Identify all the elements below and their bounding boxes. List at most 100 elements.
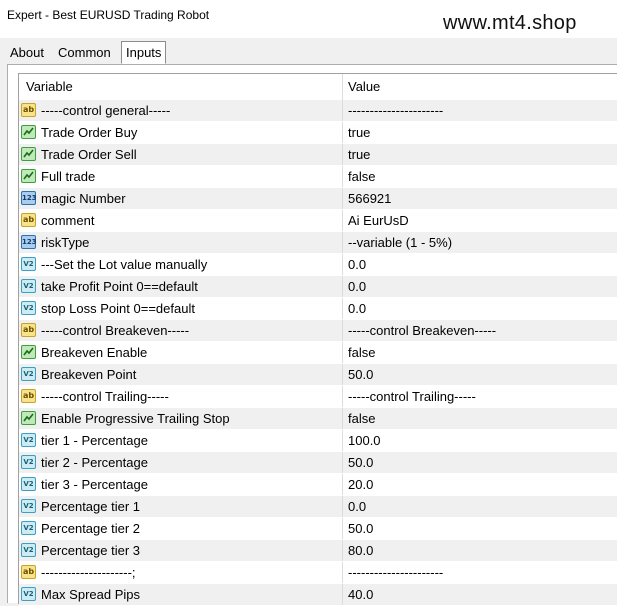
- watermark-text: www.mt4.shop: [443, 12, 577, 34]
- table-row[interactable]: V2 stop Loss Point 0==default 0.0: [19, 298, 617, 320]
- tab-common[interactable]: Common: [54, 42, 115, 63]
- variable-name: -----control Breakeven-----: [41, 323, 190, 338]
- table-row[interactable]: V2 Percentage tier 1 0.0: [19, 496, 617, 518]
- column-divider[interactable]: [342, 74, 343, 100]
- double-icon: V2: [21, 477, 36, 491]
- table-row[interactable]: 123 riskType --variable (1 - 5%): [19, 232, 617, 254]
- variable-name: ---Set the Lot value manually: [41, 257, 208, 272]
- boolean-icon: [21, 345, 36, 359]
- cell-divider: [342, 166, 343, 187]
- table-row[interactable]: V2 Percentage tier 2 50.0: [19, 518, 617, 540]
- cell-divider: [342, 474, 343, 495]
- boolean-icon: [21, 169, 36, 183]
- variable-name: Enable Progressive Trailing Stop: [41, 411, 230, 426]
- cell-divider: [342, 122, 343, 143]
- variable-value[interactable]: false: [348, 342, 616, 363]
- table-row[interactable]: ab -----control Breakeven----- -----contro…: [19, 320, 617, 342]
- integer-icon: 123: [21, 191, 37, 205]
- table-row[interactable]: Trade Order Sell true: [19, 144, 617, 166]
- variable-value[interactable]: 50.0: [348, 364, 616, 385]
- inputs-panel: Variable Value ab -----control general---…: [7, 64, 617, 606]
- tab-inputs[interactable]: Inputs: [121, 41, 167, 64]
- variable-value[interactable]: 50.0: [348, 452, 616, 473]
- variable-value[interactable]: 0.0: [348, 298, 616, 319]
- variable-name: Trade Order Buy: [41, 125, 138, 140]
- table-row[interactable]: V2 tier 1 - Percentage 100.0: [19, 430, 617, 452]
- variable-name: riskType: [41, 235, 90, 250]
- variable-name: Trade Order Sell: [41, 147, 137, 162]
- boolean-icon: [21, 125, 36, 139]
- variable-name: comment: [41, 213, 95, 228]
- cell-divider: [342, 254, 343, 275]
- tab-about[interactable]: About: [6, 42, 48, 63]
- column-header-variable[interactable]: Variable: [26, 74, 73, 100]
- variable-value[interactable]: 0.0: [348, 254, 616, 275]
- cell-divider: [342, 320, 343, 341]
- variable-value[interactable]: false: [348, 166, 616, 187]
- cell-divider: [342, 562, 343, 583]
- cell-divider: [342, 276, 343, 297]
- table-row[interactable]: 123 magic Number 566921: [19, 188, 617, 210]
- table-row[interactable]: ab -----control Trailing----- -----control…: [19, 386, 617, 408]
- table-row[interactable]: ab comment Ai EurUsD: [19, 210, 617, 232]
- variable-value[interactable]: -----control Trailing-----: [348, 386, 616, 407]
- variable-name: Full trade: [41, 169, 96, 184]
- table-row[interactable]: V2 take Profit Point 0==default 0.0: [19, 276, 617, 298]
- variable-name: -----control general-----: [41, 103, 171, 118]
- variable-name: magic Number: [41, 191, 126, 206]
- title-bar: Expert - Best EURUSD Trading Robot www.m…: [0, 0, 617, 38]
- table-row[interactable]: V2 Breakeven Point 50.0: [19, 364, 617, 386]
- cell-divider: [342, 518, 343, 539]
- double-icon: V2: [21, 367, 36, 381]
- double-icon: V2: [21, 433, 36, 447]
- cell-divider: [342, 210, 343, 231]
- variable-value[interactable]: 0.0: [348, 276, 616, 297]
- variable-name: Percentage tier 3: [41, 543, 141, 558]
- cell-divider: [342, 408, 343, 429]
- variable-value[interactable]: false: [348, 408, 616, 429]
- column-header-value[interactable]: Value: [348, 74, 380, 100]
- cell-divider: [342, 232, 343, 253]
- variable-name: Breakeven Enable: [41, 345, 148, 360]
- variable-value[interactable]: true: [348, 122, 616, 143]
- cell-divider: [342, 430, 343, 451]
- table-row[interactable]: Trade Order Buy true: [19, 122, 617, 144]
- variable-value[interactable]: true: [348, 144, 616, 165]
- variable-value[interactable]: 100.0: [348, 430, 616, 451]
- variable-name: ---------------------;: [41, 565, 136, 580]
- table-row[interactable]: V2 Max Spread Pips 40.0: [19, 584, 617, 606]
- boolean-icon: [21, 147, 36, 161]
- table-row[interactable]: V2 ---Set the Lot value manually 0.0: [19, 254, 617, 276]
- variable-name: tier 2 - Percentage: [41, 455, 148, 470]
- variable-value[interactable]: --variable (1 - 5%): [348, 232, 616, 253]
- variable-value[interactable]: Ai EurUsD: [348, 210, 616, 231]
- cell-divider: [342, 298, 343, 319]
- variable-value[interactable]: 50.0: [348, 518, 616, 539]
- table-row[interactable]: V2 tier 3 - Percentage 20.0: [19, 474, 617, 496]
- double-icon: V2: [21, 543, 36, 557]
- table-row[interactable]: ab -----control general----- -------------…: [19, 100, 617, 122]
- double-icon: V2: [21, 587, 36, 601]
- variable-value[interactable]: 20.0: [348, 474, 616, 495]
- table-row[interactable]: ab ---------------------; ----------------…: [19, 562, 617, 584]
- table-row[interactable]: V2 Percentage tier 3 80.0: [19, 540, 617, 562]
- variable-name: take Profit Point 0==default: [41, 279, 198, 294]
- table-row[interactable]: Full trade false: [19, 166, 617, 188]
- variable-name: -----control Trailing-----: [41, 389, 169, 404]
- window-title: Expert - Best EURUSD Trading Robot: [7, 8, 210, 22]
- table-row[interactable]: Breakeven Enable false: [19, 342, 617, 364]
- double-icon: V2: [21, 455, 36, 469]
- variable-value[interactable]: ----------------------: [348, 562, 616, 583]
- table-row[interactable]: V2 tier 2 - Percentage 50.0: [19, 452, 617, 474]
- string-icon: ab: [21, 103, 36, 117]
- table-body: ab -----control general----- -------------…: [19, 100, 617, 606]
- variable-value[interactable]: 0.0: [348, 496, 616, 517]
- variable-value[interactable]: ----------------------: [348, 100, 616, 121]
- variable-value[interactable]: -----control Breakeven-----: [348, 320, 616, 341]
- table-row[interactable]: Enable Progressive Trailing Stop false: [19, 408, 617, 430]
- variable-value[interactable]: 80.0: [348, 540, 616, 561]
- string-icon: ab: [21, 323, 36, 337]
- string-icon: ab: [21, 565, 36, 579]
- string-icon: ab: [21, 213, 36, 227]
- variable-value[interactable]: 566921: [348, 188, 616, 209]
